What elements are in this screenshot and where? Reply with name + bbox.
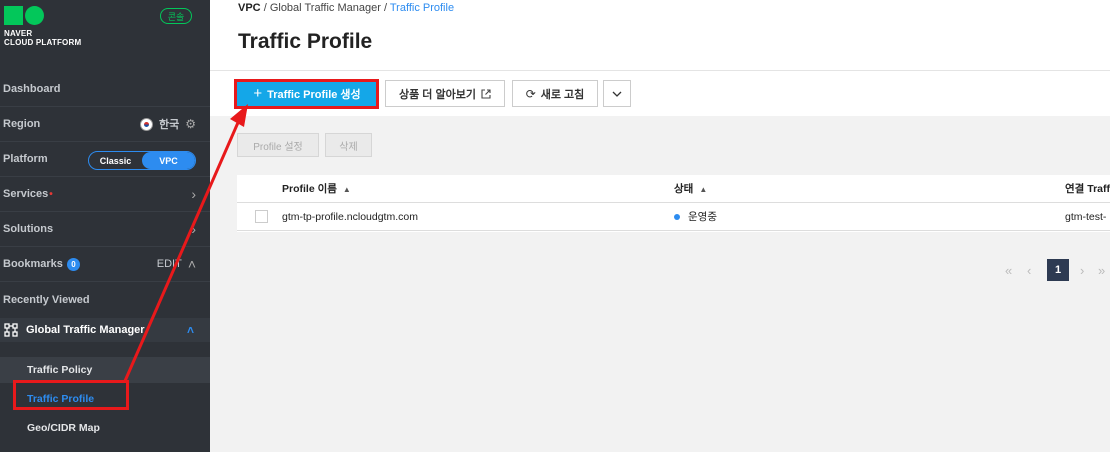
sidebar-item-label: Platform bbox=[3, 153, 48, 165]
bookmarks-count-badge: 0 bbox=[66, 257, 80, 271]
chevron-right-icon: › bbox=[191, 186, 196, 202]
sidebar-item-label: Bookmarks bbox=[3, 258, 63, 270]
external-link-icon bbox=[481, 88, 491, 99]
column-header-status[interactable]: 상태 ▲ bbox=[674, 181, 707, 196]
refresh-icon: ⟳ bbox=[525, 86, 536, 101]
sidebar-group-gtm[interactable]: Global Traffic Manager ˄ bbox=[0, 318, 210, 342]
platform-option-classic[interactable]: Classic bbox=[89, 152, 142, 169]
chevron-down-icon bbox=[612, 91, 622, 97]
platform-option-vpc[interactable]: VPC bbox=[142, 152, 195, 169]
sort-icon: ▲ bbox=[342, 185, 351, 194]
gear-icon[interactable]: ⚙ bbox=[185, 117, 196, 131]
platform-toggle[interactable]: Classic VPC bbox=[88, 151, 196, 170]
next-page-icon[interactable]: › bbox=[1080, 259, 1084, 281]
sidebar-item-label: Region bbox=[3, 118, 41, 130]
korea-flag-icon bbox=[139, 117, 153, 131]
page-number-current[interactable]: 1 bbox=[1047, 259, 1069, 281]
chevron-right-icon: › bbox=[191, 221, 196, 237]
bookmarks-edit-link[interactable]: EDIT bbox=[157, 258, 182, 270]
sort-icon: ▲ bbox=[699, 185, 708, 194]
column-header-label: 상태 bbox=[674, 183, 694, 195]
breadcrumb-parent[interactable]: Global Traffic Manager bbox=[270, 2, 381, 14]
profile-name-cell: gtm-tp-profile.ncloudgtm.com bbox=[282, 210, 418, 223]
column-header-name[interactable]: Profile 이름 ▲ bbox=[282, 181, 351, 196]
breadcrumb-root[interactable]: VPC bbox=[238, 2, 261, 14]
refresh-label: 새로 고침 bbox=[540, 88, 585, 101]
status-text: 운영중 bbox=[688, 211, 717, 223]
naver-cloud-logo[interactable]: NAVER CLOUD PLATFORM bbox=[4, 6, 81, 47]
console-badge[interactable]: 콘솔 bbox=[160, 8, 192, 24]
content-area bbox=[210, 116, 1110, 452]
first-page-icon[interactable]: « bbox=[1005, 259, 1012, 281]
row-checkbox[interactable] bbox=[255, 210, 268, 223]
breadcrumb-sep: / bbox=[263, 2, 267, 14]
sidebar-group-label: Global Traffic Manager bbox=[26, 324, 145, 336]
table-header: Profile 이름 ▲ 상태 ▲ 연결 Traff bbox=[237, 175, 1110, 203]
sidebar-item-dashboard[interactable]: Dashboard bbox=[0, 72, 210, 107]
breadcrumb-current: Traffic Profile bbox=[389, 2, 455, 14]
sidebar-item-recently-viewed[interactable]: Recently Viewed bbox=[0, 282, 210, 317]
sidebar-item-label: Services bbox=[3, 188, 49, 200]
logo-text-line2: CLOUD PLATFORM bbox=[4, 38, 82, 47]
refresh-button[interactable]: ⟳ 새로 고침 bbox=[512, 80, 598, 107]
breadcrumb-sep: / bbox=[383, 2, 388, 14]
sidebar-item-label: Recently Viewed bbox=[3, 293, 90, 306]
sidebar-item-services[interactable]: Services • › bbox=[0, 177, 210, 212]
chevron-up-icon[interactable]: ˄ bbox=[188, 256, 196, 272]
sidebar-item-geo-cidr-map[interactable]: Geo/CIDR Map bbox=[0, 415, 210, 441]
divider bbox=[210, 70, 1110, 71]
profile-settings-button[interactable]: Profile 설정 bbox=[237, 133, 319, 157]
gtm-icon bbox=[4, 323, 18, 337]
sidebar-item-bookmarks[interactable]: Bookmarks 0 EDIT ˄ bbox=[0, 247, 210, 282]
learn-more-label: 상품 더 알아보기 bbox=[399, 88, 476, 101]
sidebar-item-label: Solutions bbox=[3, 223, 54, 235]
sidebar-item-label: Dashboard bbox=[3, 83, 61, 95]
annotation-box-create bbox=[234, 79, 379, 109]
logo-text-line1: NAVER bbox=[4, 29, 33, 38]
table-row[interactable]: gtm-tp-profile.ncloudgtm.com 운영중 gtm-tes… bbox=[237, 203, 1110, 231]
chevron-up-icon[interactable]: ˄ bbox=[187, 323, 194, 337]
annotation-box-traffic-profile bbox=[13, 380, 129, 410]
column-header-label: Profile 이름 bbox=[282, 183, 337, 195]
status-cell: 운영중 bbox=[674, 209, 717, 224]
logo-mark bbox=[4, 6, 81, 25]
sidebar-item-region[interactable]: Region 한국 ⚙ bbox=[0, 107, 210, 142]
linked-cell: gtm-test- bbox=[1065, 210, 1107, 223]
prev-page-icon[interactable]: ‹ bbox=[1027, 259, 1031, 281]
profile-table: Profile 이름 ▲ 상태 ▲ 연결 Traff gtm-tp-profile.… bbox=[237, 175, 1110, 232]
learn-more-button[interactable]: 상품 더 알아보기 bbox=[385, 80, 505, 107]
more-options-button[interactable] bbox=[603, 80, 631, 107]
sidebar-item-solutions[interactable]: Solutions › bbox=[0, 212, 210, 247]
status-dot-icon bbox=[674, 214, 680, 221]
delete-button[interactable]: 삭제 bbox=[325, 133, 372, 157]
breadcrumb: VPC / Global Traffic Manager / Traffic P… bbox=[238, 2, 454, 14]
last-page-icon[interactable]: » bbox=[1098, 259, 1105, 281]
page-title: Traffic Profile bbox=[238, 30, 373, 53]
notification-dot: • bbox=[49, 188, 53, 200]
column-header-linked: 연결 Traff bbox=[1065, 183, 1110, 195]
region-value: 한국 bbox=[158, 119, 180, 131]
